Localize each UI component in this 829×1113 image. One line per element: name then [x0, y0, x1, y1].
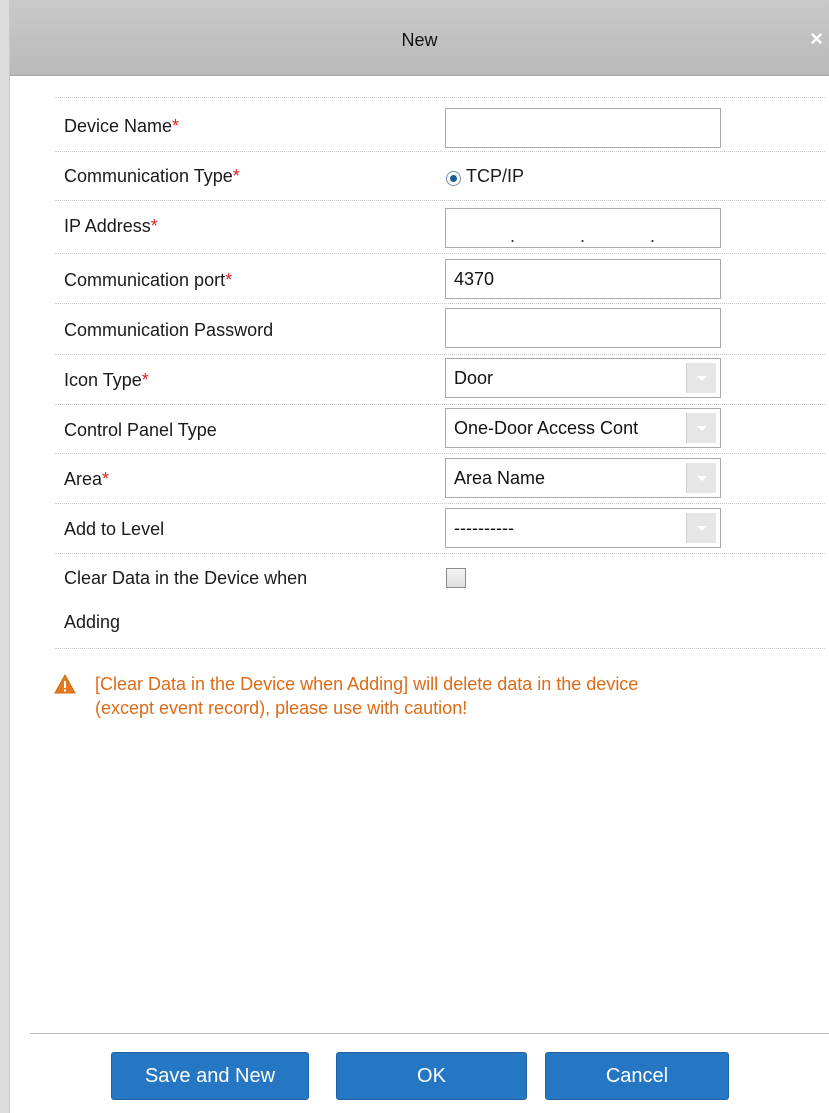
cancel-button[interactable]: Cancel [545, 1052, 729, 1100]
communication-port-label: Communication port* [64, 270, 232, 291]
save-and-new-button[interactable]: Save and New [111, 1052, 309, 1100]
communication-port-input[interactable] [445, 259, 721, 299]
communication-password-label: Communication Password [64, 320, 274, 340]
add-to-level-label: Add to Level [64, 519, 165, 539]
communication-password-input[interactable] [445, 308, 721, 348]
warning-line-2: (except event record), please use with c… [95, 698, 468, 718]
device-name-label: Device Name* [64, 116, 179, 137]
warning-message: [Clear Data in the Device when Adding] w… [95, 672, 638, 720]
required-mark: * [232, 166, 240, 186]
ip-address-label: IP Address* [64, 216, 158, 237]
add-to-level-selected: ---------- [454, 518, 514, 538]
ip-separator: . [510, 226, 516, 246]
chevron-down-icon[interactable] [686, 413, 716, 443]
footer-divider [30, 1033, 829, 1034]
required-mark: * [150, 216, 158, 236]
row-divider [55, 253, 825, 254]
chevron-down-icon[interactable] [686, 463, 716, 493]
warning-line-1: [Clear Data in the Device when Adding] w… [95, 674, 639, 694]
row-divider [55, 303, 825, 304]
icon-type-select[interactable]: Door [445, 358, 721, 398]
row-divider [55, 553, 825, 554]
row-divider [55, 200, 825, 201]
row-divider [55, 503, 825, 504]
required-mark: * [172, 116, 180, 136]
communication-type-label: Communication Type* [64, 166, 240, 187]
area-label: Area* [64, 469, 109, 490]
chevron-down-icon[interactable] [686, 513, 716, 543]
communication-port-label-text: Communication port [64, 270, 226, 290]
icon-type-label-text: Icon Type [64, 370, 142, 390]
device-name-label-text: Device Name [64, 116, 173, 136]
ip-separator: . [580, 226, 586, 246]
dialog-title: New [401, 30, 438, 50]
icon-type-selected: Door [454, 368, 494, 388]
communication-type-label-text: Communication Type [64, 166, 233, 186]
tcpip-radio[interactable] [446, 171, 461, 186]
add-to-level-select[interactable]: ---------- [445, 508, 721, 548]
warning-icon [54, 674, 76, 694]
ip-separator: . [650, 226, 656, 246]
row-divider [55, 97, 825, 98]
icon-type-label: Icon Type* [64, 370, 149, 391]
ip-address-label-text: IP Address [64, 216, 151, 236]
close-icon[interactable]: × [810, 28, 823, 50]
chevron-down-icon[interactable] [686, 363, 716, 393]
row-divider [55, 354, 825, 355]
ip-address-input[interactable]: . . . [445, 208, 721, 248]
area-selected: Area Name [454, 468, 546, 488]
row-divider [55, 151, 825, 152]
background-window-edge [0, 0, 10, 1113]
device-name-input[interactable] [445, 108, 721, 148]
ok-button[interactable]: OK [336, 1052, 527, 1100]
control-panel-type-select[interactable]: One-Door Access Cont [445, 408, 721, 448]
row-divider [55, 453, 825, 454]
dialog-titlebar: New × [10, 0, 829, 76]
required-mark: * [102, 469, 110, 489]
control-panel-type-selected: One-Door Access Cont [454, 418, 639, 438]
required-mark: * [225, 270, 233, 290]
clear-data-checkbox[interactable] [446, 568, 466, 588]
required-mark: * [141, 370, 149, 390]
area-label-text: Area [64, 469, 103, 489]
row-divider [55, 648, 825, 649]
clear-data-label-line2: Adding [64, 612, 121, 632]
tcpip-radio-label[interactable]: TCP/IP [466, 166, 524, 187]
row-divider [55, 404, 825, 405]
area-select[interactable]: Area Name [445, 458, 721, 498]
control-panel-type-label: Control Panel Type [64, 420, 217, 440]
clear-data-label-line1: Clear Data in the Device when [64, 568, 308, 588]
